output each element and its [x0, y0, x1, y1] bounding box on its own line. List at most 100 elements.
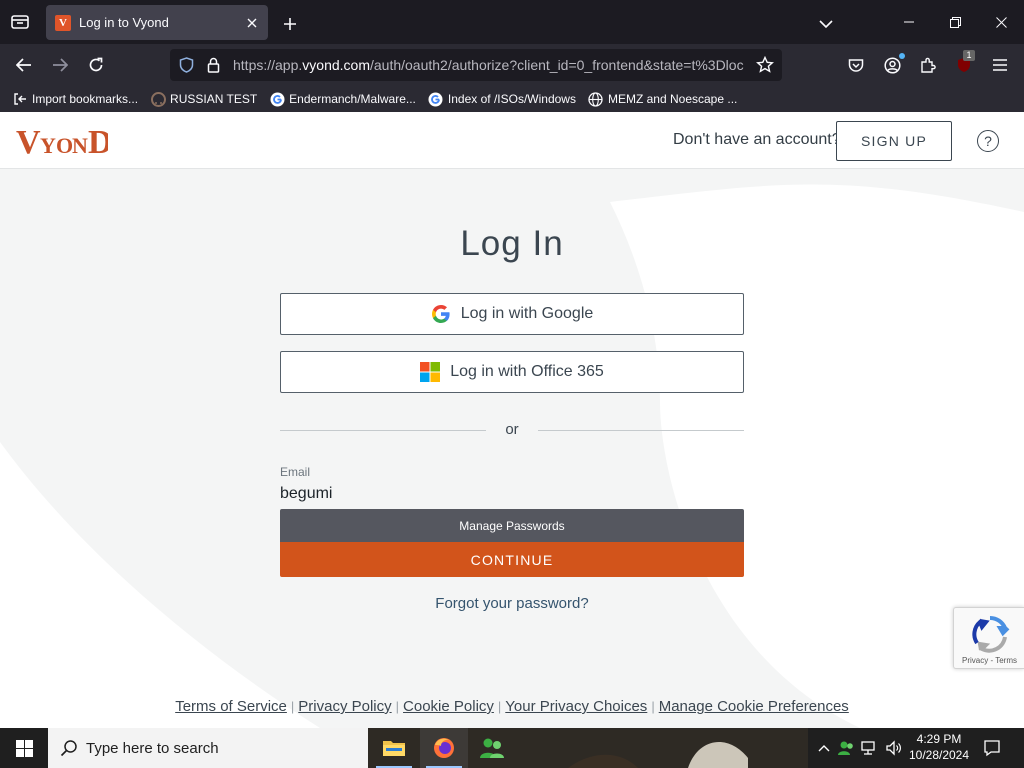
- restore-window-button[interactable]: [932, 0, 978, 44]
- email-field[interactable]: begumi: [280, 485, 332, 503]
- forward-button[interactable]: [45, 50, 75, 80]
- continue-button[interactable]: CONTINUE: [280, 542, 744, 577]
- manage-passwords-autocomplete[interactable]: Manage Passwords: [280, 509, 744, 543]
- minimize-window-button[interactable]: [886, 0, 932, 44]
- bookmark-label: Index of /ISOs/Windows: [447, 92, 576, 106]
- show-hidden-icons-button[interactable]: [814, 738, 834, 758]
- url-prefix: https://app.: [233, 57, 303, 73]
- firefox-view-icon: [11, 15, 29, 29]
- bookmark-index-isos[interactable]: Index of /ISOs/Windows: [428, 88, 576, 110]
- privacy-choices-link[interactable]: Your Privacy Choices: [505, 698, 647, 715]
- pocket-button[interactable]: [841, 50, 871, 80]
- svg-text:V: V: [16, 124, 41, 158]
- windows-logo-icon: [15, 739, 33, 757]
- list-all-tabs-button[interactable]: [812, 10, 840, 38]
- taskbar-clock[interactable]: 4:29 PM 10/28/2024: [906, 731, 972, 763]
- notifications-button[interactable]: [980, 738, 1004, 758]
- bookmark-endermanch[interactable]: Endermanch/Malware...: [269, 88, 416, 110]
- terms-of-service-link[interactable]: Terms of Service: [175, 698, 287, 715]
- taskbar-messenger[interactable]: [468, 728, 516, 768]
- network-icon: [861, 741, 875, 755]
- chevron-down-icon: [819, 19, 833, 28]
- search-placeholder: Type here to search: [86, 739, 219, 757]
- divider-line-right: [538, 430, 744, 431]
- google-login-label: Log in with Google: [460, 305, 594, 322]
- bookmark-memz[interactable]: MEMZ and Noescape ...: [588, 88, 737, 110]
- manage-cookie-preferences-link[interactable]: Manage Cookie Preferences: [659, 698, 849, 715]
- browser-nav-bar: https://app.vyond.com/auth/oauth2/author…: [0, 44, 1024, 86]
- help-icon[interactable]: ?: [977, 130, 999, 152]
- web-page: V Y O N D Don't have an account? SIGN UP…: [0, 112, 1024, 728]
- bookmark-russian-test[interactable]: RUSSIAN TEST: [150, 88, 257, 110]
- back-button[interactable]: [9, 50, 39, 80]
- pocket-icon: [848, 58, 864, 72]
- bookmark-star-icon[interactable]: [756, 56, 774, 74]
- close-icon: [247, 18, 257, 27]
- vyond-favicon-icon: V: [55, 14, 71, 31]
- ublock-extension-button[interactable]: 1: [949, 50, 979, 80]
- bookmark-label: Endermanch/Malware...: [289, 92, 416, 106]
- google-login-button[interactable]: Log in with Google: [280, 293, 744, 335]
- reload-button[interactable]: [81, 50, 111, 80]
- url-path: /auth/oauth2/authorize?client_id=0_front…: [369, 57, 744, 73]
- microsoft-logo-icon: [420, 362, 441, 382]
- firefox-icon: [434, 738, 454, 758]
- new-tab-button[interactable]: [276, 10, 304, 38]
- footer-separator: |: [497, 699, 502, 714]
- start-button[interactable]: [0, 728, 48, 768]
- bookmark-label: MEMZ and Noescape ...: [607, 92, 738, 106]
- hamburger-menu-icon: [993, 59, 1007, 71]
- or-divider: or: [280, 421, 744, 441]
- firefox-view-button[interactable]: [0, 0, 40, 44]
- bookmark-import[interactable]: Import bookmarks...: [12, 88, 138, 110]
- tab-close-button[interactable]: [240, 11, 264, 35]
- bookmark-label: RUSSIAN TEST: [170, 92, 258, 106]
- messenger-people-icon: [480, 738, 504, 758]
- browser-tab-bar: V Log in to Vyond: [0, 0, 1024, 44]
- privacy-policy-link[interactable]: Privacy Policy: [298, 698, 391, 715]
- svg-text:D: D: [88, 124, 108, 158]
- google-icon: [269, 91, 285, 107]
- forgot-password-link[interactable]: Forgot your password?: [0, 595, 1024, 612]
- account-button[interactable]: [877, 50, 907, 80]
- restore-icon: [949, 16, 961, 28]
- vyond-logo[interactable]: V Y O N D: [16, 122, 108, 158]
- recaptcha-badge[interactable]: Privacy - Terms: [953, 607, 1024, 669]
- clock-date: 10/28/2024: [908, 748, 970, 762]
- minimize-icon: [904, 21, 914, 23]
- clock-time: 4:29 PM: [916, 732, 962, 746]
- network-button[interactable]: [860, 738, 880, 758]
- sign-up-button[interactable]: SIGN UP: [836, 121, 952, 161]
- extension-badge: 1: [963, 50, 975, 61]
- tray-messenger-button[interactable]: [836, 738, 856, 758]
- office365-login-button[interactable]: Log in with Office 365: [280, 351, 744, 393]
- url-bar[interactable]: https://app.vyond.com/auth/oauth2/author…: [170, 49, 782, 81]
- recaptcha-privacy-terms[interactable]: Privacy - Terms: [954, 656, 1024, 665]
- tracking-protection-shield-icon[interactable]: [179, 57, 194, 73]
- google-g-icon: [431, 304, 451, 324]
- footer-separator: |: [290, 699, 295, 714]
- app-menu-button[interactable]: [985, 50, 1015, 80]
- arrow-right-icon: [53, 58, 68, 72]
- speaker-icon: [886, 740, 901, 756]
- svg-text:N: N: [72, 133, 88, 158]
- extensions-button[interactable]: [913, 50, 943, 80]
- bookmarks-toolbar: Import bookmarks... RUSSIAN TEST Enderma…: [0, 86, 1024, 112]
- windows-taskbar: Type here to search 4:29 PM 10/28/2024: [0, 728, 1024, 768]
- search-icon: [60, 739, 78, 757]
- close-window-button[interactable]: [978, 0, 1024, 44]
- account-icon: [883, 56, 901, 74]
- cookie-policy-link[interactable]: Cookie Policy: [403, 698, 494, 715]
- url-text[interactable]: https://app.vyond.com/auth/oauth2/author…: [233, 57, 748, 73]
- taskbar-file-explorer[interactable]: [370, 728, 418, 768]
- background-decoration: [0, 112, 1024, 728]
- taskbar-search-box[interactable]: Type here to search: [48, 728, 368, 768]
- lock-icon[interactable]: [207, 57, 220, 73]
- footer-links: Terms of Service | Privacy Policy | Cookie P…: [0, 698, 1024, 715]
- browser-tab-active[interactable]: V Log in to Vyond: [46, 5, 268, 40]
- taskbar-apps: [368, 728, 808, 768]
- volume-button[interactable]: [884, 738, 904, 758]
- page-title: Log In: [460, 224, 564, 263]
- office365-login-label: Log in with Office 365: [450, 363, 604, 380]
- taskbar-firefox[interactable]: [420, 728, 468, 768]
